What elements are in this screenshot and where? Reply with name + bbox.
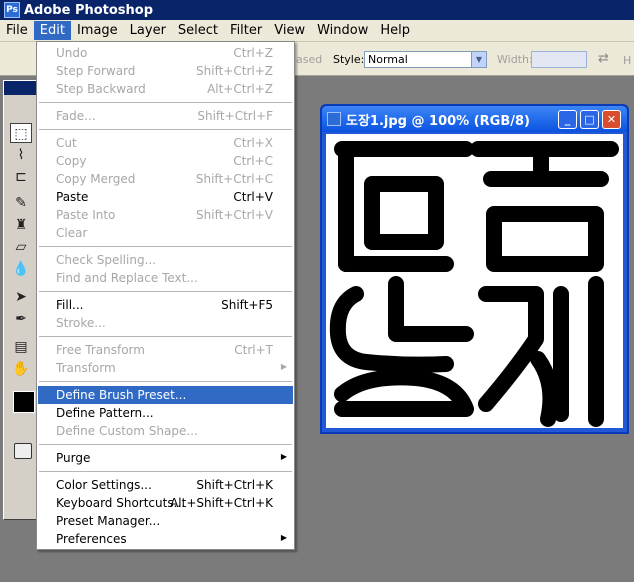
document-window: 도장1.jpg @ 100% (RGB/8) _ □ ✕ [320, 104, 629, 434]
marquee-icon[interactable]: ⬚ [10, 123, 32, 143]
blur-icon[interactable]: 💧 [10, 259, 32, 279]
menu-item-paste[interactable]: Paste Ctrl+V [38, 188, 293, 206]
width-label: Width: [497, 53, 533, 66]
menu-item-step-forward[interactable]: Step Forward Shift+Ctrl+Z [38, 62, 293, 80]
lasso-icon[interactable]: ⌇ [10, 145, 32, 165]
style-select[interactable]: Normal ▼ [364, 51, 487, 68]
stamp-icon[interactable]: ♜ [10, 215, 32, 235]
menu-item-check-spelling[interactable]: Check Spelling... [38, 251, 293, 269]
menu-item-color-settings[interactable]: Color Settings... Shift+Ctrl+K [38, 476, 293, 494]
close-icon[interactable]: ✕ [602, 110, 621, 129]
menu-item-copy-merged[interactable]: Copy Merged Shift+Ctrl+C [38, 170, 293, 188]
menu-filter[interactable]: Filter [224, 21, 268, 40]
menu-separator [39, 291, 292, 292]
menu-item-fill[interactable]: Fill... Shift+F5 [38, 296, 293, 314]
menu-image[interactable]: Image [71, 21, 124, 40]
triangle-right-icon: ▶ [280, 362, 287, 371]
menu-window[interactable]: Window [311, 21, 374, 40]
triangle-right-icon: ▶ [280, 452, 287, 461]
notes-icon[interactable]: ▤ [10, 337, 32, 357]
eraser-icon[interactable]: ▱ [10, 237, 32, 257]
menu-item-stroke[interactable]: Stroke... [38, 314, 293, 332]
menu-help[interactable]: Help [374, 21, 416, 40]
menu-layer[interactable]: Layer [124, 21, 172, 40]
menu-separator [39, 336, 292, 337]
minimize-icon[interactable]: _ [558, 110, 577, 129]
menu-separator [39, 471, 292, 472]
menu-item-copy[interactable]: Copy Ctrl+C [38, 152, 293, 170]
menu-separator [39, 102, 292, 103]
menu-edit[interactable]: Edit [33, 21, 71, 40]
crop-icon[interactable]: ⊏ [10, 167, 32, 187]
menu-item-fade[interactable]: Fade... Shift+Ctrl+F [38, 107, 293, 125]
menu-item-define-custom-shape[interactable]: Define Custom Shape... [38, 422, 293, 440]
path-selection-icon[interactable]: ➤ [10, 287, 32, 307]
menu-select[interactable]: Select [172, 21, 224, 40]
swap-width-height-icon[interactable]: ⇄ [598, 51, 609, 66]
menu-item-define-brush-preset[interactable]: Define Brush Preset... [38, 386, 293, 404]
menu-separator [39, 129, 292, 130]
menu-file[interactable]: File [0, 21, 34, 40]
menu-item-purge[interactable]: Purge ▶ [38, 449, 293, 467]
menu-separator [39, 246, 292, 247]
style-label: Style: [333, 53, 365, 66]
app-title-bar: Ps Adobe Photoshop [0, 0, 634, 20]
menu-separator [39, 444, 292, 445]
app-title: Adobe Photoshop [24, 2, 154, 18]
menu-bar: File Edit Image Layer Select Filter View… [0, 20, 634, 42]
menu-item-undo[interactable]: Undo Ctrl+Z [38, 44, 293, 62]
seal-image [329, 141, 619, 427]
menu-separator [39, 381, 292, 382]
menu-view[interactable]: View [268, 21, 311, 40]
menu-item-keyboard-shortcuts[interactable]: Keyboard Shortcuts... Alt+Shift+Ctrl+K [38, 494, 293, 512]
quick-mask-icon[interactable] [14, 443, 32, 459]
toolbox-title-bar[interactable] [4, 81, 36, 95]
menu-item-find-replace[interactable]: Find and Replace Text... [38, 269, 293, 287]
menu-item-clear[interactable]: Clear [38, 224, 293, 242]
menu-item-define-pattern[interactable]: Define Pattern... [38, 404, 293, 422]
hand-icon[interactable]: ✋ [10, 359, 32, 379]
foreground-color-swatch[interactable] [13, 391, 35, 413]
photoshop-logo-icon: Ps [4, 2, 20, 18]
pen-icon[interactable]: ✒ [10, 309, 32, 329]
triangle-right-icon: ▶ [280, 533, 287, 542]
menu-item-paste-into[interactable]: Paste Into Shift+Ctrl+V [38, 206, 293, 224]
menu-item-cut[interactable]: Cut Ctrl+X [38, 134, 293, 152]
document-icon [327, 112, 341, 126]
menu-item-preset-manager[interactable]: Preset Manager... [38, 512, 293, 530]
anti-alias-label-fragment: ased [296, 53, 323, 66]
style-select-value: Normal [368, 53, 408, 66]
document-canvas[interactable] [326, 134, 623, 428]
menu-item-free-transform[interactable]: Free Transform Ctrl+T [38, 341, 293, 359]
document-title: 도장1.jpg @ 100% (RGB/8) [346, 113, 530, 129]
toolbox: ⬚ ⌇ ⊏ ✎ ♜ ▱ 💧 ➤ ✒ ▤ ✋ [3, 80, 37, 520]
chevron-down-icon[interactable]: ▼ [471, 52, 486, 67]
healing-brush-icon[interactable]: ✎ [10, 193, 32, 213]
menu-item-transform[interactable]: Transform ▶ [38, 359, 293, 377]
width-input[interactable] [531, 51, 587, 68]
menu-item-step-backward[interactable]: Step Backward Alt+Ctrl+Z [38, 80, 293, 98]
menu-item-preferences[interactable]: Preferences ▶ [38, 530, 293, 548]
edit-menu-dropdown: Undo Ctrl+Z Step Forward Shift+Ctrl+Z Step… [36, 41, 295, 550]
height-label: H [623, 54, 632, 67]
maximize-icon[interactable]: □ [580, 110, 599, 129]
